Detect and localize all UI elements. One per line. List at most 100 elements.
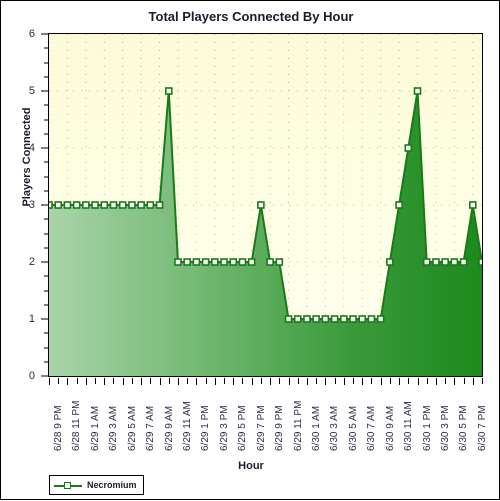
x-tick-minor [95, 378, 96, 384]
legend-marker [64, 481, 71, 489]
data-point [321, 315, 330, 323]
x-tick-minor [279, 378, 280, 384]
x-tick-minor [187, 378, 188, 384]
data-point [155, 201, 164, 209]
x-tick-label: 6/30 11 AM [403, 401, 415, 451]
data-point [432, 258, 440, 266]
data-point [192, 258, 201, 266]
x-tick-minor [132, 378, 133, 384]
data-point [284, 315, 293, 323]
x-tick-major [49, 378, 50, 385]
y-axis-title: Players Connected [21, 107, 33, 207]
y-tick-major [41, 204, 48, 206]
x-tick-label: 6/29 7 AM [145, 405, 157, 451]
plot-area [48, 33, 483, 377]
x-tick-major [325, 378, 326, 385]
x-tick-minor [427, 378, 428, 384]
x-tick-label: 6/29 7 PM [255, 405, 267, 451]
x-tick-minor [371, 378, 372, 384]
data-point [459, 258, 468, 266]
data-point [164, 87, 173, 95]
data-point [229, 258, 238, 266]
x-tick-minor [335, 378, 336, 384]
data-point [376, 315, 385, 323]
x-tick-major [344, 378, 345, 385]
x-tick-minor [445, 378, 446, 384]
x-tick-major [123, 378, 124, 385]
series-canvas [49, 34, 482, 376]
data-point [91, 201, 99, 209]
x-tick-major [160, 378, 161, 385]
y-tick-major [41, 33, 48, 35]
x-tick-label: 6/29 3 AM [108, 405, 120, 451]
data-point [174, 258, 182, 266]
chart-title: Total Players Connected By Hour [148, 9, 354, 24]
data-point [478, 258, 482, 266]
x-tick-major [454, 378, 455, 385]
data-point [82, 201, 90, 209]
x-tick-major [86, 378, 87, 385]
x-tick-minor [261, 378, 262, 384]
x-tick-minor [206, 378, 207, 384]
y-tick-label: 6 [28, 28, 35, 40]
chart-container: Total Players Connected By Hour 0123456 … [0, 0, 500, 500]
data-point [128, 201, 136, 209]
x-tick-minor [77, 378, 78, 384]
data-point [137, 201, 145, 209]
x-tick-minor [464, 378, 465, 384]
x-tick-major [67, 378, 68, 385]
data-point [441, 258, 449, 266]
x-tick-label: 6/30 7 AM [366, 405, 378, 451]
y-tick-label: 1 [28, 313, 35, 325]
x-tick-major [178, 378, 179, 385]
x-tick-label: 6/29 9 PM [274, 405, 286, 451]
x-tick-minor [408, 378, 409, 384]
data-point [146, 201, 155, 209]
x-tick-label: 6/28 9 PM [53, 405, 64, 451]
data-point [422, 258, 431, 266]
data-point [293, 315, 302, 323]
data-point [238, 258, 247, 266]
x-tick-label: 6/30 3 PM [439, 405, 451, 451]
y-tick-major [41, 375, 48, 377]
x-axis-labels: 6/28 9 PM 6/28 11 PM 6/29 1 AM 6/29 3 AM 6/2… [1, 385, 500, 455]
data-point [340, 315, 348, 323]
data-point [211, 258, 219, 266]
x-tick-major [233, 378, 234, 385]
y-tick-major [41, 147, 48, 149]
x-tick-minor [316, 378, 317, 384]
data-point [118, 201, 127, 209]
x-tick-major [381, 378, 382, 385]
x-tick-major [270, 378, 271, 385]
data-point [358, 315, 367, 323]
data-point [109, 201, 118, 209]
data-point [275, 258, 284, 266]
x-tick-label: 6/30 1 AM [310, 405, 322, 451]
y-tick-major [41, 90, 48, 92]
data-point [303, 315, 311, 323]
data-point [63, 201, 72, 209]
data-point [220, 258, 228, 266]
x-tick-major [289, 378, 290, 385]
data-point [266, 258, 274, 266]
data-point [404, 144, 413, 152]
x-tick-major [362, 378, 363, 385]
x-tick-label: 6/29 5 PM [237, 405, 249, 451]
x-tick-major [399, 378, 400, 385]
x-tick-label: 6/29 11 PM [292, 400, 304, 451]
x-tick-label: 6/30 9 AM [384, 405, 396, 451]
data-point [201, 258, 210, 266]
data-point [72, 201, 81, 209]
x-tick-label: 6/29 1 AM [89, 405, 101, 451]
x-tick-major [418, 378, 419, 385]
x-tick-major [196, 378, 197, 385]
data-point [413, 87, 422, 95]
y-tick-major [41, 318, 48, 320]
x-tick-minor [113, 378, 114, 384]
x-tick-major [436, 378, 437, 385]
x-tick-label: 6/30 7 PM [476, 405, 488, 451]
data-point [100, 201, 109, 209]
data-point [257, 201, 265, 209]
x-tick-label: 6/29 9 AM [163, 405, 175, 451]
x-tick-minor [169, 378, 170, 384]
